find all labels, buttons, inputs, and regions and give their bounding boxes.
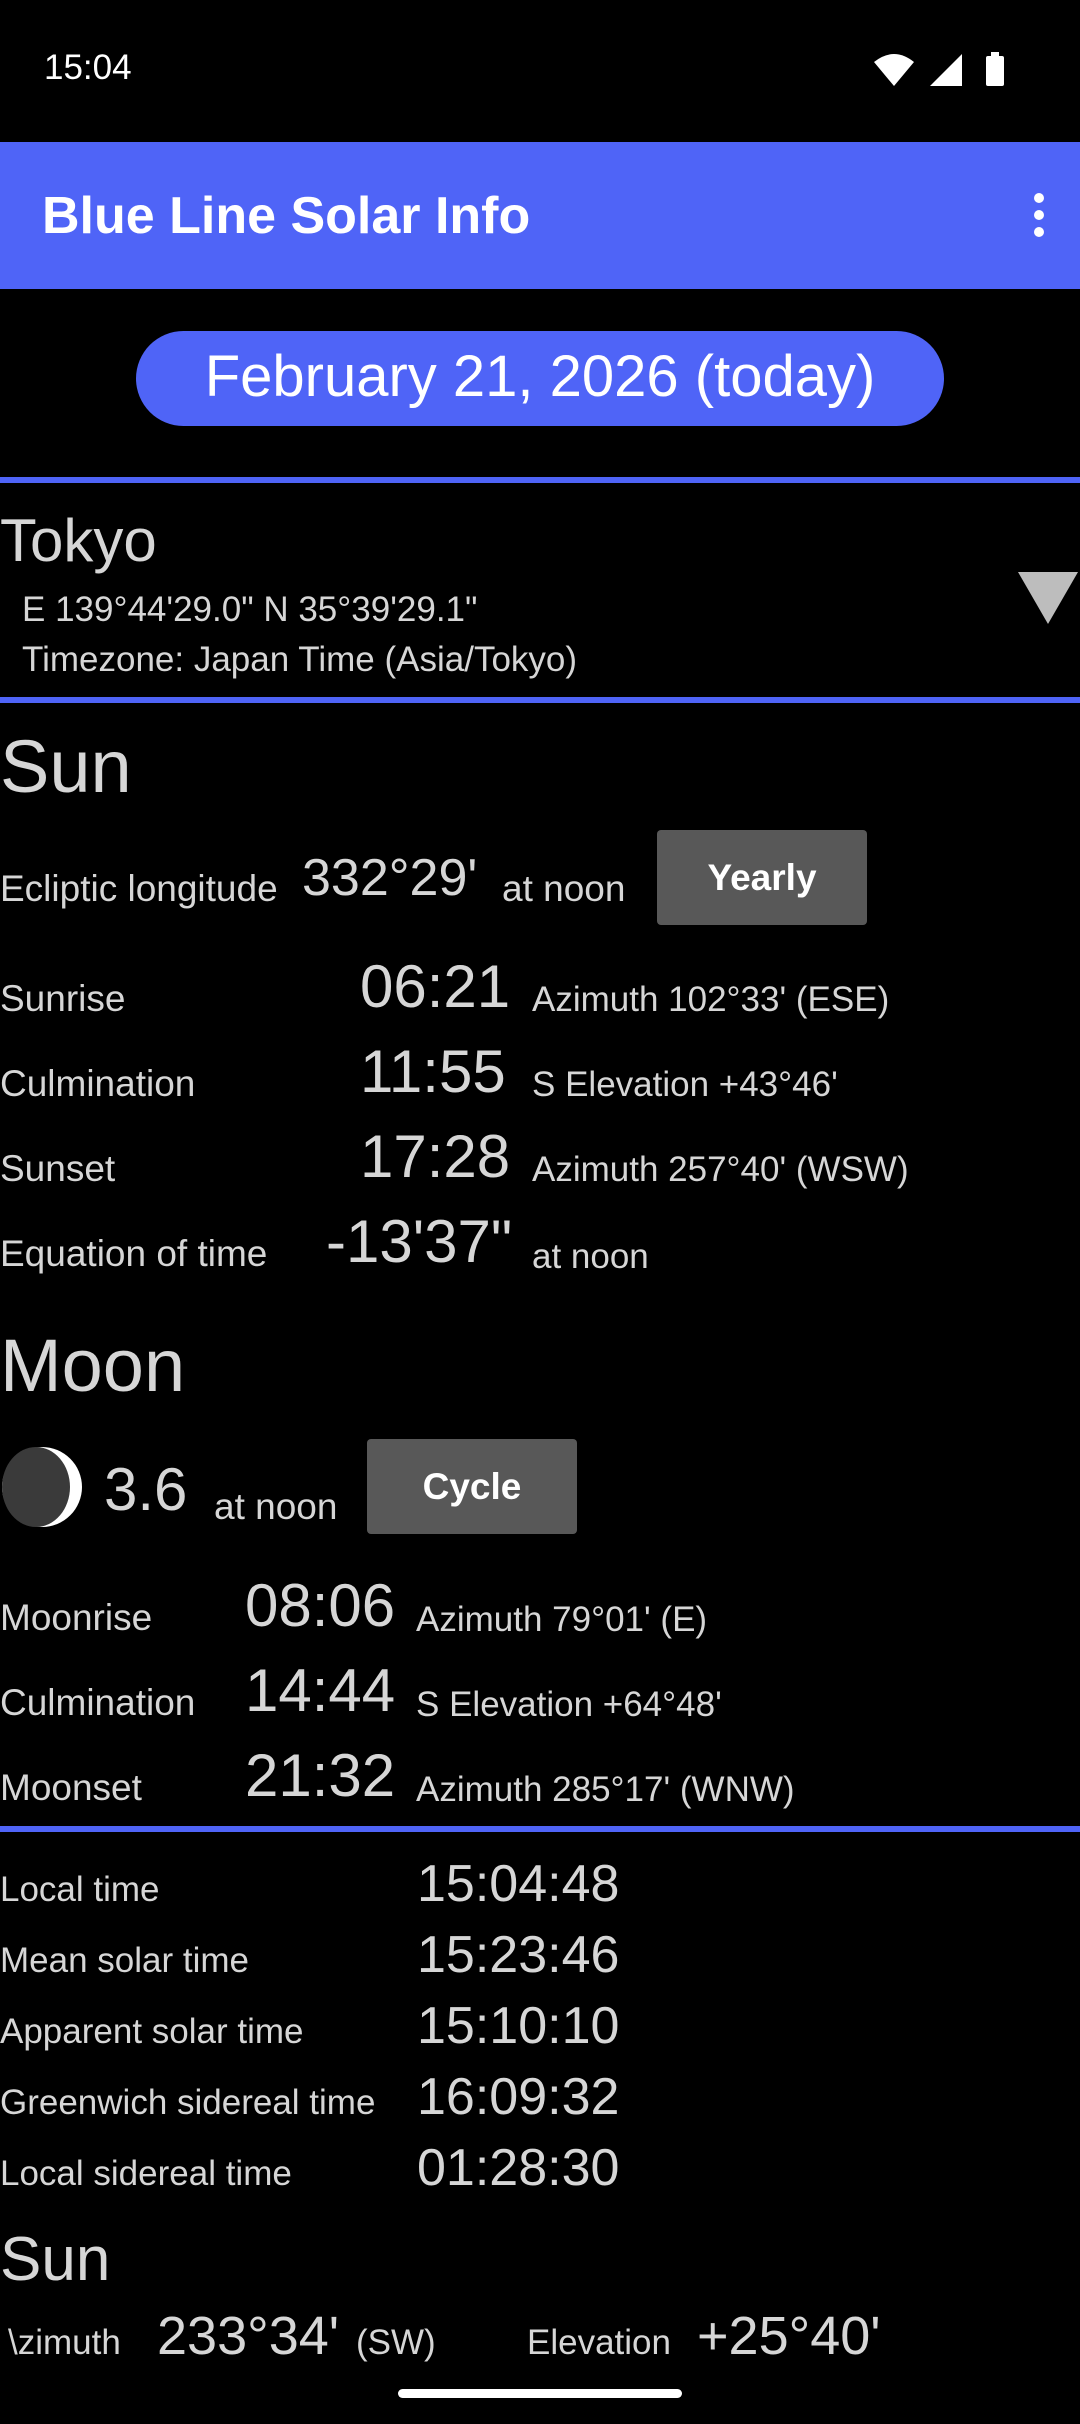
sunrise-label: Sunrise xyxy=(0,978,126,1019)
app-title: Blue Line Solar Info xyxy=(42,187,531,245)
sun-culmination-label: Culmination xyxy=(0,1063,196,1104)
apparent-solar-time-label: Apparent solar time xyxy=(0,2012,304,2051)
gesture-navigation-bar[interactable] xyxy=(398,2389,682,2398)
sunset-label: Sunset xyxy=(0,1148,116,1189)
local-time-value: 15:04:48 xyxy=(417,1855,620,1913)
mean-solar-time-label: Mean solar time xyxy=(0,1941,249,1980)
sunrise-time: 06:21 xyxy=(360,953,511,1020)
dropdown-arrow-icon[interactable] xyxy=(1018,572,1078,624)
greenwich-sidereal-time-value: 16:09:32 xyxy=(417,2068,620,2126)
moonset-detail: Azimuth 285°17' (WNW) xyxy=(416,1770,795,1809)
location-timezone: Timezone: Japan Time (Asia/Tokyo) xyxy=(22,640,578,679)
overflow-menu-icon[interactable] xyxy=(1024,186,1054,246)
sun-culmination-detail: S Elevation +43°46' xyxy=(532,1065,838,1104)
moon-culmination-time: 14:44 xyxy=(245,1657,396,1724)
moonrise-detail: Azimuth 79°01' (E) xyxy=(416,1600,708,1639)
ecliptic-label: Ecliptic longitude xyxy=(0,868,278,909)
sun-culmination-time: 11:55 xyxy=(360,1038,506,1105)
yearly-button[interactable]: Yearly xyxy=(657,830,867,925)
moonset-time: 21:32 xyxy=(245,1742,396,1809)
moon-age-suffix: at noon xyxy=(214,1486,338,1527)
signal-icon xyxy=(930,54,962,86)
date-selector-button[interactable]: February 21, 2026 (today) xyxy=(136,331,944,426)
local-sidereal-time-value: 01:28:30 xyxy=(417,2139,620,2197)
sunset-detail: Azimuth 257°40' (WSW) xyxy=(532,1150,909,1189)
battery-icon xyxy=(986,52,1004,86)
location-name: Tokyo xyxy=(0,507,157,574)
moonrise-time: 08:06 xyxy=(245,1572,396,1639)
moon-phase-icon xyxy=(2,1447,82,1527)
sun-heading: Sun xyxy=(0,725,132,808)
local-time-label: Local time xyxy=(0,1870,160,1909)
moon-culmination-detail: S Elevation +64°48' xyxy=(416,1685,722,1724)
equation-of-time-suffix: at noon xyxy=(532,1237,649,1276)
azimuth-value: 233°34' xyxy=(157,2306,340,2366)
elevation-label: Elevation xyxy=(527,2323,671,2362)
location-coords: E 139°44'29.0" N 35°39'29.1" xyxy=(22,590,478,629)
sunset-time: 17:28 xyxy=(360,1123,511,1190)
equation-of-time-value: -13'37" xyxy=(326,1208,513,1275)
apparent-solar-time-value: 15:10:10 xyxy=(417,1997,620,2055)
greenwich-sidereal-time-label: Greenwich sidereal time xyxy=(0,2083,376,2122)
status-icons xyxy=(874,52,1004,86)
moon-age: 3.6 xyxy=(104,1456,188,1523)
divider xyxy=(0,1826,1080,1832)
divider xyxy=(0,697,1080,703)
mean-solar-time-value: 15:23:46 xyxy=(417,1926,620,1984)
ecliptic-value: 332°29' xyxy=(302,849,478,907)
cycle-button[interactable]: Cycle xyxy=(367,1439,577,1534)
moon-culmination-label: Culmination xyxy=(0,1682,196,1723)
ecliptic-suffix: at noon xyxy=(502,868,626,909)
azimuth-direction: (SW) xyxy=(356,2323,436,2362)
local-sidereal-time-label: Local sidereal time xyxy=(0,2154,292,2193)
sun-position-heading: Sun xyxy=(0,2225,111,2294)
wifi-icon xyxy=(874,54,914,86)
azimuth-label: \zimuth xyxy=(8,2323,121,2362)
elevation-value: +25°40' xyxy=(697,2306,881,2366)
app-bar: Blue Line Solar Info xyxy=(0,142,1080,289)
status-time: 15:04 xyxy=(44,48,132,87)
moon-heading: Moon xyxy=(0,1324,186,1407)
moonrise-label: Moonrise xyxy=(0,1597,153,1638)
equation-of-time-label: Equation of time xyxy=(0,1233,268,1274)
divider xyxy=(0,477,1080,483)
sunrise-detail: Azimuth 102°33' (ESE) xyxy=(532,980,890,1019)
moonset-label: Moonset xyxy=(0,1767,142,1808)
status-bar: 15:04 xyxy=(0,0,1080,142)
